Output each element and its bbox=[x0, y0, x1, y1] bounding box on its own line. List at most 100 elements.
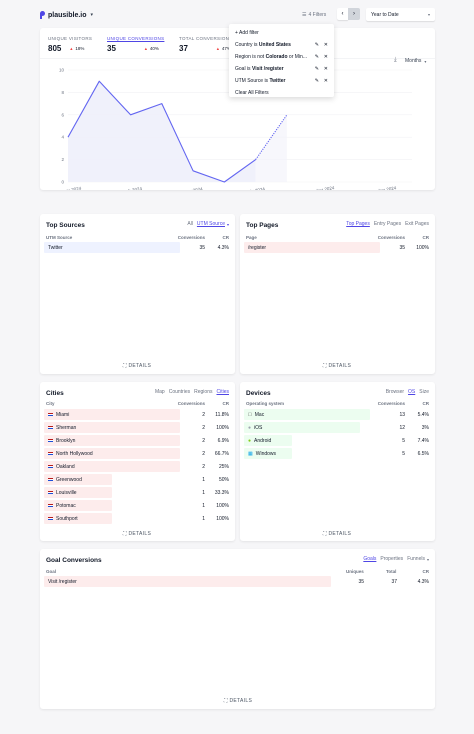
tab-funnels[interactable]: Funnels bbox=[407, 556, 425, 562]
top-pages-card: Top Pages Top Pages Entry Pages Exit Pag… bbox=[240, 214, 435, 374]
arrow-up-icon: ▲ bbox=[215, 46, 220, 51]
tab-goals[interactable]: Goals bbox=[363, 556, 376, 562]
add-filter-button[interactable]: + Add filter bbox=[235, 27, 328, 39]
row-label: iOS bbox=[254, 425, 263, 431]
row-cr: 3% bbox=[421, 425, 429, 431]
list-item[interactable]: Mac135.4% bbox=[244, 409, 431, 420]
list-item[interactable]: ● Android 5 7.4% bbox=[244, 435, 431, 446]
list-item[interactable]: Potomac 1 100% bbox=[44, 500, 231, 511]
row-cr: 7.4% bbox=[417, 438, 429, 444]
expand-icon: ⛶ bbox=[123, 531, 127, 537]
filter-item[interactable]: Goal is Visit /register ✎ ✕ bbox=[235, 63, 328, 75]
remove-filter-icon[interactable]: ✕ bbox=[324, 39, 328, 51]
edit-filter-icon[interactable]: ✎ bbox=[315, 63, 319, 75]
details-button[interactable]: ⛶ DETAILS bbox=[323, 363, 351, 369]
filter-item[interactable]: UTM Source is Twitter ✎ ✕ bbox=[235, 75, 328, 87]
tab-size[interactable]: Size bbox=[419, 389, 429, 395]
us-flag-icon bbox=[48, 412, 53, 417]
remove-filter-icon[interactable]: ✕ bbox=[324, 75, 328, 87]
tab-browser[interactable]: Browser bbox=[386, 389, 404, 395]
date-range-picker[interactable]: Year to Date ▾ bbox=[366, 8, 435, 21]
tab-exit-pages[interactable]: Exit Pages bbox=[405, 221, 429, 227]
tab-map[interactable]: Map bbox=[155, 389, 165, 395]
details-label: DETAILS bbox=[328, 531, 352, 537]
list-item[interactable]: Oakland 2 25% bbox=[44, 461, 231, 472]
chevron-down-icon: ▾ bbox=[90, 12, 94, 18]
download-button[interactable]: ⤓ bbox=[394, 57, 397, 64]
row-label: Louisville bbox=[56, 490, 77, 496]
list-item[interactable]: Greenwood 1 50% bbox=[44, 474, 231, 485]
x-tick-label: July 2024 bbox=[245, 186, 265, 190]
devices-tabs: Browser OS Size bbox=[382, 389, 429, 395]
row-cr: 66.7% bbox=[214, 451, 229, 457]
details-button[interactable]: ⛶ DETAILS bbox=[323, 531, 351, 537]
clear-filters-button[interactable]: Clear All Filters bbox=[235, 87, 328, 99]
filters-button[interactable]: ☰ 4 Filters bbox=[302, 10, 326, 19]
list-item[interactable]: /register 35 100% bbox=[244, 242, 431, 253]
stat-value: 35 bbox=[107, 44, 116, 53]
arrow-up-icon: ▲ bbox=[143, 46, 148, 51]
goal-conversions-title: Goal Conversions bbox=[46, 557, 102, 564]
site-name: plausible.io bbox=[48, 11, 87, 19]
tab-utm-source[interactable]: UTM Source bbox=[197, 221, 225, 227]
ios-icon: ● bbox=[248, 425, 252, 431]
tab-countries[interactable]: Countries bbox=[169, 389, 190, 395]
prev-period-button[interactable]: ‹ bbox=[337, 8, 348, 20]
top-pages-tabs: Top Pages Entry Pages Exit Pages bbox=[342, 221, 429, 227]
site-switcher[interactable]: plausible.io ▾ bbox=[40, 10, 93, 20]
col-header-city: City bbox=[46, 401, 55, 406]
windows-icon: ▦ bbox=[248, 451, 253, 457]
android-icon: ● bbox=[248, 438, 252, 444]
row-cr: 25% bbox=[218, 464, 229, 470]
tab-cities[interactable]: Cities bbox=[216, 389, 229, 395]
edit-filter-icon[interactable]: ✎ bbox=[315, 75, 319, 87]
list-item[interactable]: Twitter 35 4.3% bbox=[44, 242, 231, 253]
next-period-button[interactable]: › bbox=[348, 8, 360, 20]
remove-filter-icon[interactable]: ✕ bbox=[324, 51, 328, 63]
details-button[interactable]: ⛶ DETAILS bbox=[123, 363, 151, 369]
list-item[interactable]: Miami 2 11.8% bbox=[44, 409, 231, 420]
date-range-label: Year to Date bbox=[371, 11, 399, 18]
row-label: Southport bbox=[56, 516, 78, 522]
remove-filter-icon[interactable]: ✕ bbox=[324, 63, 328, 75]
row-cr: 11.8% bbox=[215, 412, 229, 418]
tab-os[interactable]: OS bbox=[408, 389, 415, 395]
stat-unique-visitors[interactable]: UNIQUE VISITORS 805 ▲ 18% bbox=[48, 36, 92, 53]
list-item[interactable]: Sherman 2 100% bbox=[44, 422, 231, 433]
stat-total-conversions[interactable]: TOTAL CONVERSIONS 37 ▲ 47% bbox=[179, 36, 233, 53]
list-item[interactable]: ▦ Windows 5 6.5% bbox=[244, 448, 431, 459]
row-cr: 100% bbox=[416, 245, 429, 251]
details-button[interactable]: ⛶ DETAILS bbox=[224, 698, 252, 704]
list-item[interactable]: Brooklyn 2 6.9% bbox=[44, 435, 231, 446]
tab-top-pages[interactable]: Top Pages bbox=[346, 221, 370, 227]
list-item[interactable]: Southport 1 100% bbox=[44, 513, 231, 524]
details-label: DETAILS bbox=[229, 698, 253, 704]
y-tick-label: 8 bbox=[61, 90, 64, 95]
filter-item[interactable]: Country is United States ✎ ✕ bbox=[235, 39, 328, 51]
tab-regions[interactable]: Regions bbox=[194, 389, 212, 395]
arrow-up-icon: ▲ bbox=[69, 46, 74, 51]
filter-suffix: or Min... bbox=[287, 54, 307, 60]
details-button[interactable]: ⛶ DETAILS bbox=[123, 531, 151, 537]
list-item[interactable]: ● iOS 12 3% bbox=[244, 422, 431, 433]
x-tick-label: January 2024 bbox=[54, 186, 82, 190]
row-cr: 5.4% bbox=[417, 412, 429, 418]
tab-properties[interactable]: Properties bbox=[380, 556, 403, 562]
list-item[interactable]: North Hollywood 2 66.7% bbox=[44, 448, 231, 459]
stat-label: TOTAL CONVERSIONS bbox=[179, 36, 233, 41]
filter-item[interactable]: Region is not Colorado or Min... ✎ ✕ bbox=[235, 51, 328, 63]
top-sources-card: Top Sources All UTM Source ▾ UTM Source … bbox=[40, 214, 235, 374]
col-header-total: Total bbox=[386, 569, 397, 574]
filter-value: Twitter bbox=[269, 78, 286, 84]
stat-unique-conversions[interactable]: UNIQUE CONVERSIONS 35 ▲ 40% bbox=[107, 36, 164, 53]
list-item[interactable]: Visit /register 35 37 4.3% bbox=[44, 576, 431, 587]
y-tick-label: 10 bbox=[59, 68, 65, 73]
us-flag-icon bbox=[48, 490, 53, 495]
plausible-logo-icon bbox=[40, 11, 45, 19]
tab-entry-pages[interactable]: Entry Pages bbox=[374, 221, 401, 227]
edit-filter-icon[interactable]: ✎ bbox=[315, 51, 319, 63]
col-header-source: UTM Source bbox=[46, 235, 73, 240]
list-item[interactable]: Louisville 1 33.3% bbox=[44, 487, 231, 498]
tab-all[interactable]: All bbox=[187, 221, 193, 227]
edit-filter-icon[interactable]: ✎ bbox=[315, 39, 319, 51]
